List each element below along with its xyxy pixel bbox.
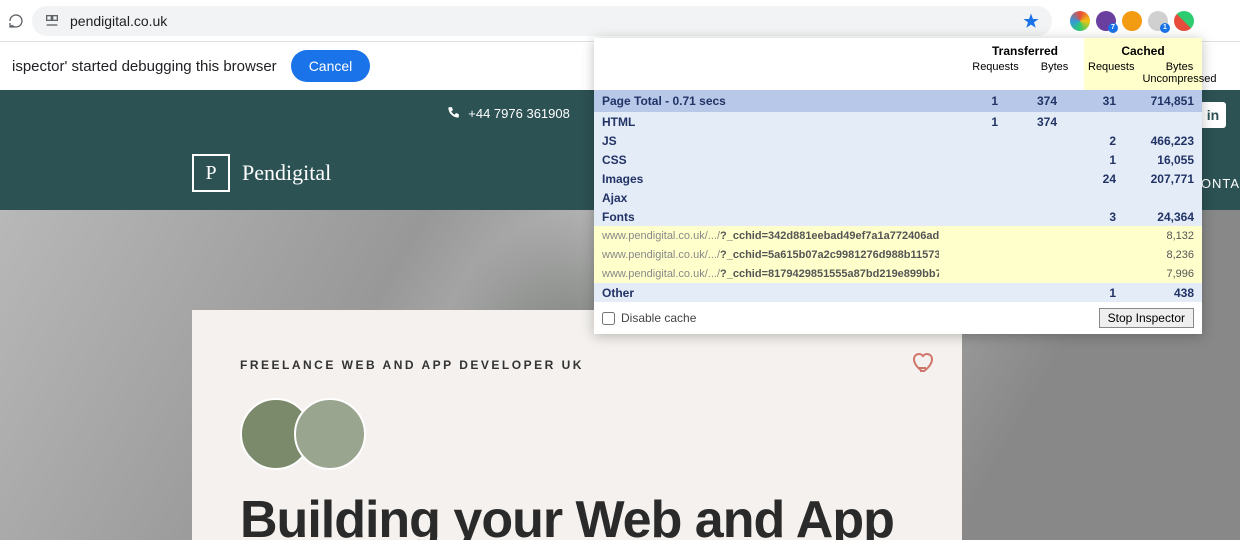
stop-inspector-button[interactable]: Stop Inspector	[1099, 308, 1194, 328]
extension-icon-1[interactable]	[1070, 11, 1090, 31]
row-images[interactable]: Images24207,771	[594, 169, 1202, 188]
logo-mark: P	[192, 154, 230, 192]
disable-cache-checkbox[interactable]	[602, 312, 615, 325]
cancel-button[interactable]: Cancel	[291, 50, 371, 82]
extension-icon-3[interactable]	[1122, 11, 1142, 31]
inspector-panel: Transferred Requests Bytes Cached Reques…	[594, 38, 1202, 334]
extension-icon-2[interactable]: 7	[1096, 11, 1116, 31]
phone-text: +44 7976 361908	[468, 106, 570, 121]
row-ajax[interactable]: Ajax	[594, 188, 1202, 207]
bookmark-star-icon[interactable]	[1022, 12, 1040, 30]
inspector-header: Transferred Requests Bytes Cached Reques…	[594, 38, 1202, 90]
col-transferred: Transferred	[966, 42, 1084, 60]
phone-icon	[446, 106, 460, 120]
browser-toolbar: pendigital.co.uk 7 1	[0, 0, 1240, 42]
hero-headline: Building your Web and App	[240, 492, 914, 540]
hero-tagline: FREELANCE WEB AND APP DEVELOPER UK	[240, 358, 914, 372]
col-cached: Cached	[1084, 42, 1202, 60]
subcol-bytes-2: Bytes Uncompressed	[1138, 60, 1220, 86]
phone-contact[interactable]: +44 7976 361908	[446, 106, 570, 121]
heart-icon[interactable]	[910, 350, 934, 374]
debug-message: ispector' started debugging this browser	[12, 58, 277, 75]
disable-cache-label: Disable cache	[621, 311, 696, 325]
address-bar[interactable]: pendigital.co.uk	[32, 6, 1052, 36]
row-total[interactable]: Page Total - 0.71 secs 1 374 31 714,851	[594, 90, 1202, 112]
logo-text: Pendigital	[242, 160, 331, 186]
row-js[interactable]: JS2466,223	[594, 131, 1202, 150]
row-other[interactable]: Other 1 438	[594, 283, 1202, 302]
row-css[interactable]: CSS116,055	[594, 150, 1202, 169]
url-text: pendigital.co.uk	[70, 13, 167, 29]
row-html[interactable]: HTML1374	[594, 112, 1202, 131]
subcol-requests-1: Requests	[966, 60, 1025, 74]
hero-card: FREELANCE WEB AND APP DEVELOPER UK Build…	[192, 310, 962, 540]
hero-avatars	[240, 398, 914, 470]
font-detail-row[interactable]: www.pendigital.co.uk/.../?_cchid=5a615b0…	[594, 245, 1202, 264]
subcol-bytes-1: Bytes	[1025, 60, 1084, 74]
linkedin-icon[interactable]: in	[1200, 102, 1226, 128]
inspector-footer: Disable cache Stop Inspector	[594, 302, 1202, 334]
avatar-2	[294, 398, 366, 470]
extension-icon-4[interactable]: 1	[1148, 11, 1168, 31]
site-settings-icon[interactable]	[44, 13, 60, 29]
inspector-table: Page Total - 0.71 secs 1 374 31 714,851 …	[594, 90, 1202, 302]
reload-icon[interactable]	[8, 13, 24, 29]
subcol-requests-2: Requests	[1084, 60, 1138, 86]
font-detail-row[interactable]: www.pendigital.co.uk/.../?_cchid=8179429…	[594, 264, 1202, 283]
row-fonts[interactable]: Fonts 3 24,364	[594, 207, 1202, 226]
site-logo[interactable]: P Pendigital	[192, 154, 331, 192]
extension-icon-5[interactable]	[1174, 11, 1194, 31]
font-detail-row[interactable]: www.pendigital.co.uk/.../?_cchid=342d881…	[594, 226, 1202, 245]
extension-icons: 7 1	[1070, 11, 1194, 31]
